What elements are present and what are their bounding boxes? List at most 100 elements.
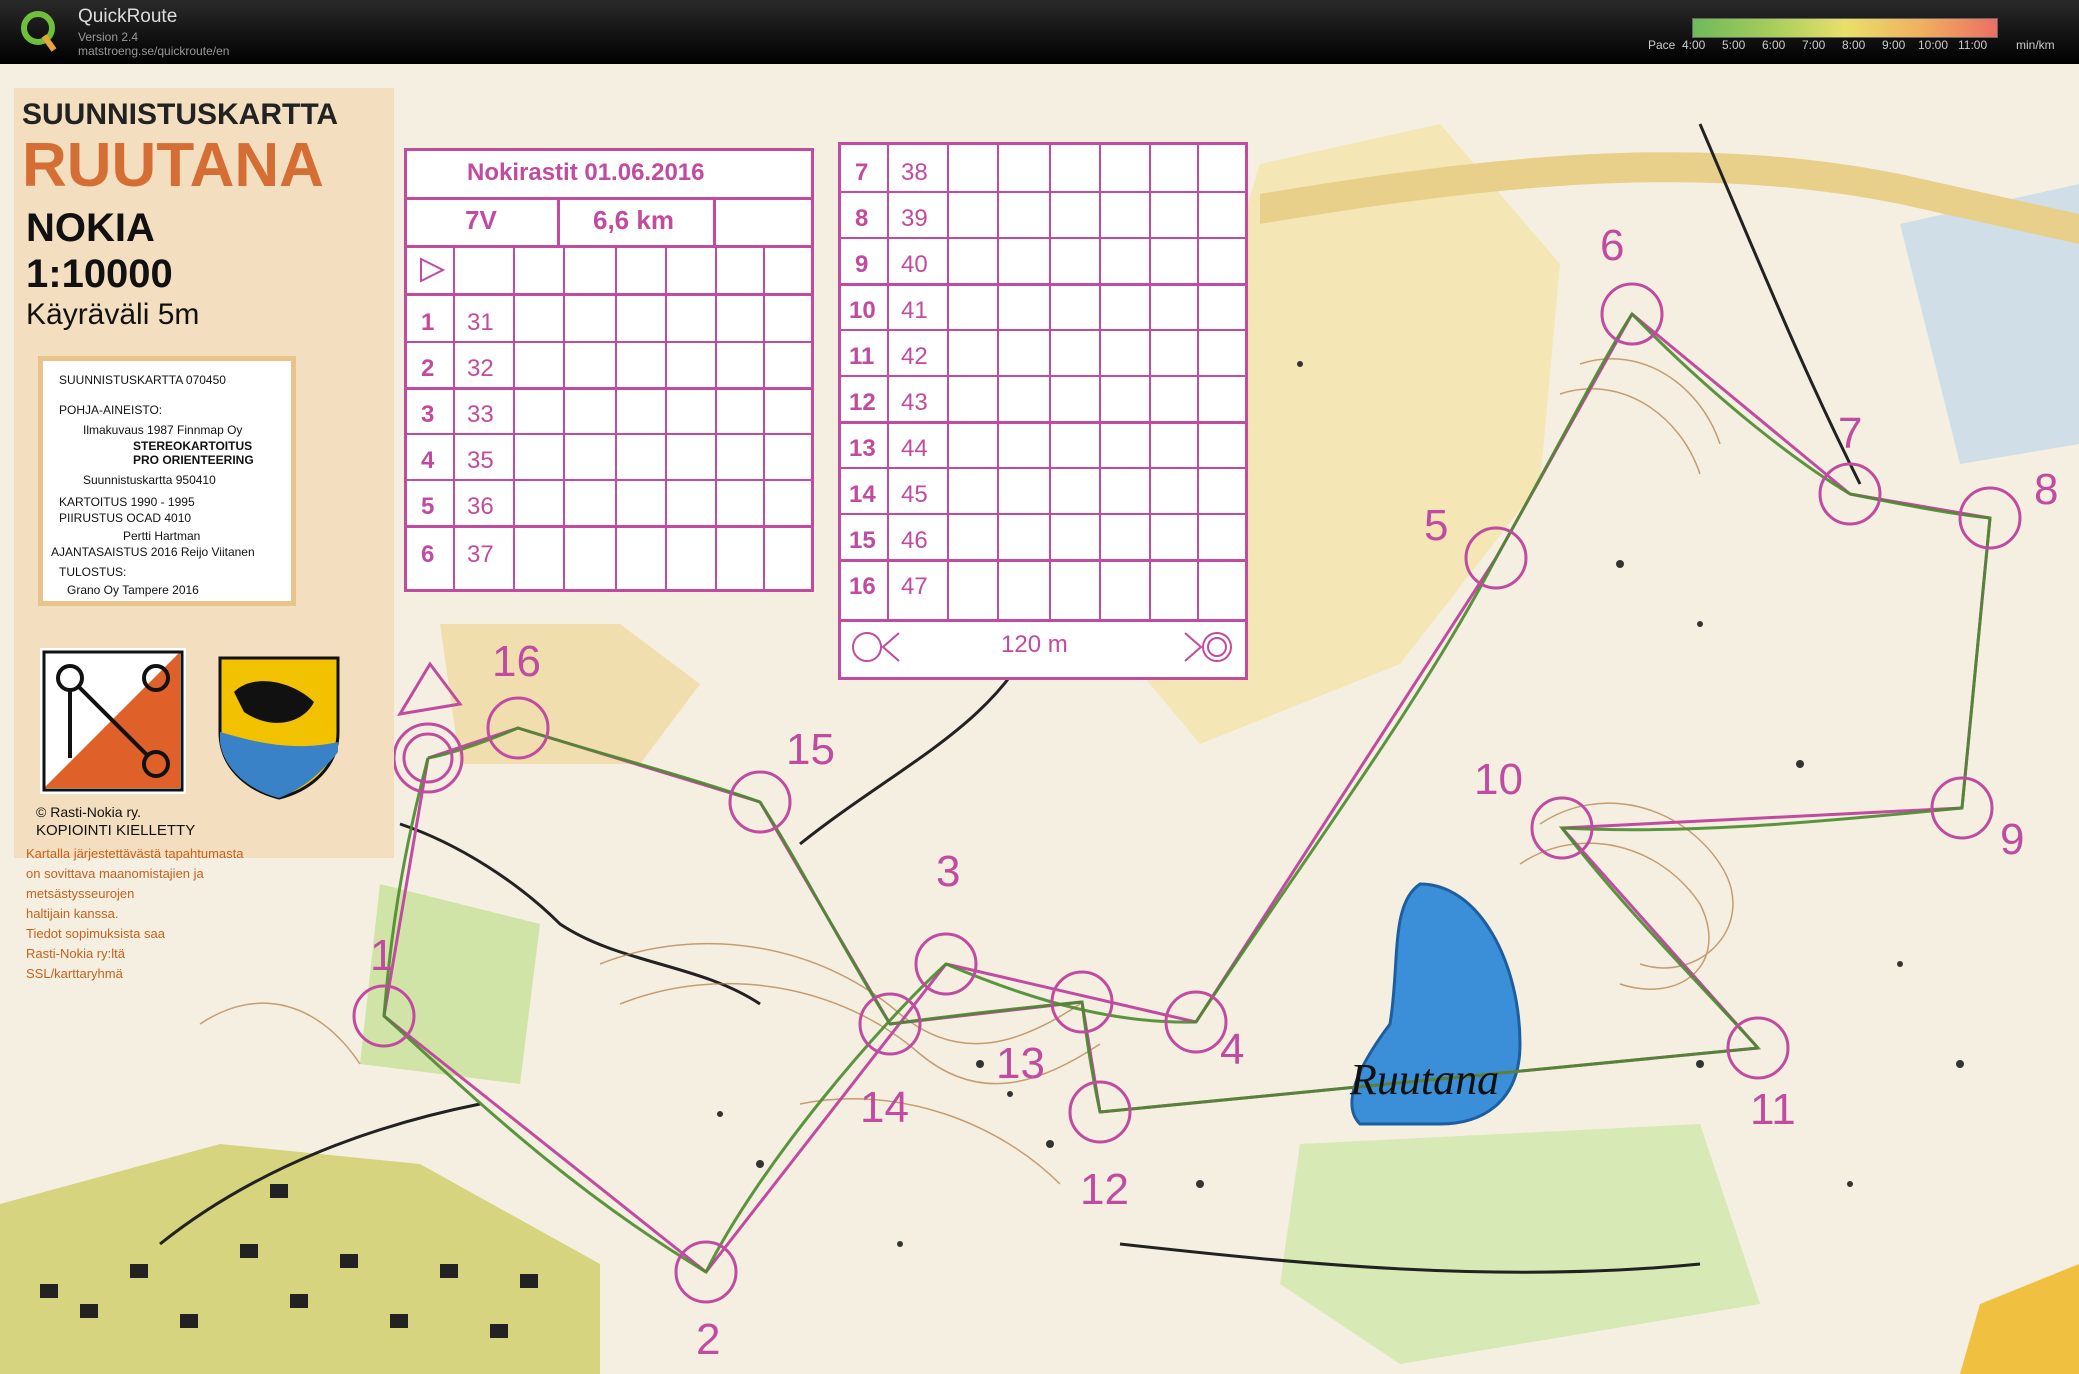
map-location: NOKIA [26, 206, 155, 250]
quickroute-logo-icon [21, 11, 57, 52]
copyright: © Rasti-Nokia ry. [36, 804, 141, 820]
control-label: 10 [1474, 755, 1523, 804]
info-line: Suunnistuskartta 950410 [83, 473, 216, 487]
usage-note: Kartalla järjestettävästä tapahtumasta o… [26, 844, 286, 984]
control-label: 16 [492, 637, 541, 686]
course-length: 6,6 km [593, 205, 674, 235]
event-name: Nokirastit 01.06.2016 [467, 159, 705, 186]
info-line: STEREOKARTOITUS [133, 439, 253, 453]
pace-tick: 4:00 [1682, 38, 1706, 52]
control-description-left: Nokirastit 01.06.2016 7V 6,6 km 1 31 2 3… [404, 148, 814, 592]
control-label: 4 [1220, 1025, 1244, 1074]
usage-line: metsästysseurojen [26, 886, 135, 901]
info-line: AJANTASAISTUS 2016 Reijo Viitanen [51, 545, 255, 559]
pace-tick: 11:00 [1958, 38, 1988, 52]
control-number: 15 [849, 527, 876, 554]
control-number: 6 [421, 541, 435, 568]
info-line: Pertti Hartman [123, 529, 201, 543]
control-code: 41 [901, 297, 928, 324]
control-label: 1 [370, 931, 394, 980]
control-label: 13 [996, 1039, 1045, 1088]
info-line: SUUNNISTUSKARTTA 070450 [59, 373, 226, 387]
control-number: 12 [849, 389, 876, 416]
copy-notice: KOPIOINTI KIELLETTY [36, 822, 196, 839]
control-label: 8 [2034, 465, 2058, 514]
pace-tick: 5:00 [1722, 38, 1746, 52]
control-label: 6 [1600, 221, 1624, 270]
usage-line: Rasti-Nokia ry:ltä [26, 946, 125, 961]
info-line: Grano Oy Tampere 2016 [67, 583, 199, 597]
lake-name: Ruutana [1349, 1055, 1499, 1104]
control-number: 10 [849, 297, 876, 324]
app-url[interactable]: matstroeng.se/quickroute/en [78, 44, 229, 58]
info-line: PRO ORIENTEERING [133, 453, 254, 467]
control-label: 9 [2000, 815, 2024, 864]
app-header: QuickRoute Version 2.4 matstroeng.se/qui… [0, 0, 2079, 64]
control-code: 40 [901, 251, 928, 278]
control-label: 12 [1080, 1165, 1129, 1214]
control-code: 47 [901, 573, 928, 600]
control-code: 31 [467, 309, 494, 336]
control-label: 2 [696, 1315, 720, 1364]
control-label: 11 [1750, 1085, 1796, 1134]
control-code: 35 [467, 447, 494, 474]
control-label: 14 [860, 1083, 909, 1132]
control-number: 7 [855, 159, 869, 186]
control-code: 37 [467, 541, 494, 568]
control-label: 3 [936, 847, 960, 896]
control-code: 43 [901, 389, 928, 416]
map-info-box: SUUNNISTUSKARTTA 070450 POHJA-AINEISTO: … [38, 356, 296, 606]
contour-interval: Käyräväli 5m [26, 298, 200, 331]
orienteering-map[interactable]: 1 2 3 4 5 6 7 8 9 10 11 12 13 14 15 16 R… [0, 64, 2079, 1374]
control-number: 16 [849, 573, 876, 600]
control-code: 39 [901, 205, 928, 232]
control-number: 13 [849, 435, 876, 462]
info-line: KARTOITUS 1990 - 1995 [59, 495, 195, 509]
control-code: 42 [901, 343, 928, 370]
usage-line: SSL/karttaryhmä [26, 966, 123, 981]
control-label: 5 [1424, 501, 1448, 550]
control-number: 3 [421, 401, 435, 428]
control-description-right: 7 38 8 39 9 40 10 41 11 42 12 43 13 44 1… [838, 142, 1248, 680]
control-code: 38 [901, 159, 928, 186]
control-number: 8 [855, 205, 869, 232]
usage-line: on sovittava maanomistajien ja [26, 866, 204, 881]
app-version: Version 2.4 [78, 30, 139, 44]
control-number: 14 [849, 481, 876, 508]
start-triangle-icon [420, 257, 446, 283]
control-number: 5 [421, 493, 435, 520]
usage-line: Tiedot sopimuksista saa [26, 926, 165, 941]
pace-tick: 7:00 [1802, 38, 1826, 52]
app-title: QuickRoute [78, 6, 178, 27]
pace-color-scale [1692, 18, 1998, 38]
info-line: TULOSTUS: [59, 565, 127, 579]
control-label: 15 [786, 725, 835, 774]
control-code: 33 [467, 401, 494, 428]
orienteering-symbol-icon [40, 648, 186, 794]
legend-title: SUUNNISTUSKARTTA [22, 98, 339, 131]
info-line: Ilmakuvaus 1987 Finnmap Oy [83, 423, 243, 437]
control-code: 44 [901, 435, 928, 462]
control-number: 2 [421, 355, 435, 382]
control-code: 45 [901, 481, 928, 508]
control-number: 1 [421, 309, 435, 336]
map-name: RUUTANA [22, 131, 324, 200]
course-class: 7V [465, 205, 497, 235]
pace-label: Pace [1648, 38, 1676, 52]
control-code: 46 [901, 527, 928, 554]
finish-distance: 120 m [1001, 631, 1068, 658]
usage-line: Kartalla järjestettävästä tapahtumasta [26, 846, 244, 861]
info-line: PIIRUSTUS OCAD 4010 [59, 511, 192, 525]
map-scale: 1:10000 [26, 252, 173, 296]
control-code: 36 [467, 493, 494, 520]
pace-tick: 10:00 [1918, 38, 1949, 52]
finish-circle-icon [1184, 632, 1232, 662]
coat-of-arms-icon [218, 656, 340, 800]
pace-tick: 8:00 [1842, 38, 1866, 52]
control-code: 32 [467, 355, 494, 382]
finish-start-icon [852, 632, 900, 662]
pace-tick: 9:00 [1882, 38, 1906, 52]
info-line: POHJA-AINEISTO: [59, 403, 163, 417]
pace-tick: 6:00 [1762, 38, 1786, 52]
control-number: 11 [849, 343, 875, 370]
